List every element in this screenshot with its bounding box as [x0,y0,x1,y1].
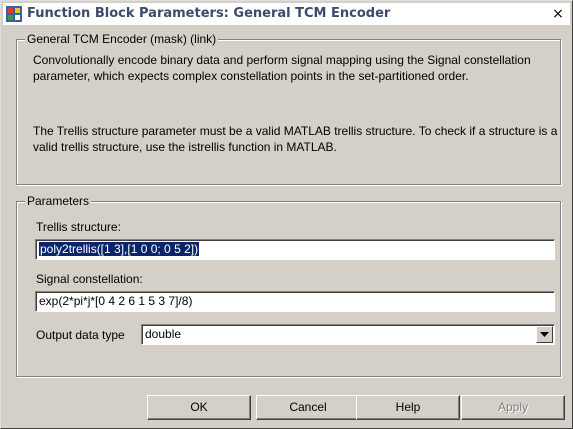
trellis-structure-input[interactable]: poly2trellis([1 3],[1 0 0; 0 5 2]) [35,239,555,260]
description-group: General TCM Encoder (mask) (link) Convol… [16,32,561,185]
help-button[interactable]: Help [356,395,460,420]
signal-constellation-input[interactable]: exp(2*pi*j*[0 4 2 6 1 5 3 7]/8) [35,291,555,312]
parameters-group-legend: Parameters [25,194,92,208]
signal-constellation-value: exp(2*pi*j*[0 4 2 6 1 5 3 7]/8) [39,294,193,308]
parameters-group: Parameters Trellis structure: poly2trell… [16,194,561,377]
simulink-block-icon [6,6,22,22]
apply-button[interactable]: Apply [461,395,565,420]
title-bar[interactable]: Function Block Parameters: General TCM E… [3,3,570,25]
chevron-down-icon[interactable] [536,326,553,343]
output-data-type-value: double [145,327,182,341]
dialog-window: Function Block Parameters: General TCM E… [0,0,573,429]
output-data-type-select[interactable]: double [141,324,555,345]
trellis-structure-value: poly2trellis([1 3],[1 0 0; 0 5 2]) [39,242,200,256]
description-paragraph-1: Convolutionally encode binary data and p… [33,53,531,83]
description-group-legend: General TCM Encoder (mask) (link) [25,32,219,46]
description-paragraph-2: The Trellis structure parameter must be … [33,124,558,154]
close-button[interactable]: × [550,6,566,22]
cancel-button[interactable]: Cancel [256,395,360,420]
output-data-type-label: Output data type [36,328,125,342]
ok-button[interactable]: OK [147,395,251,420]
trellis-structure-label: Trellis structure: [36,220,121,234]
window-title: Function Block Parameters: General TCM E… [27,6,391,21]
signal-constellation-label: Signal constellation: [36,272,143,286]
